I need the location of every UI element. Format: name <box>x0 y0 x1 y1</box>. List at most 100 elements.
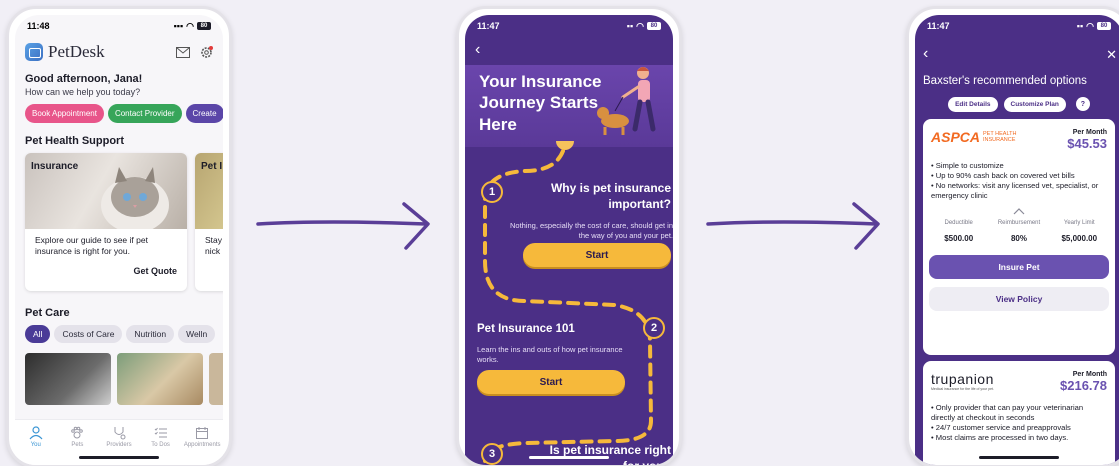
filter-chips: All Costs of Care Nutrition Welln <box>15 325 223 343</box>
checklist-icon <box>154 427 167 438</box>
cat-image: Insurance <box>25 153 187 229</box>
paw-icon <box>71 426 84 439</box>
step-2-description: Learn the ins and outs of how pet insura… <box>477 345 623 365</box>
insure-pet-button[interactable]: Insure Pet <box>929 255 1109 280</box>
gear-icon[interactable] <box>200 45 213 59</box>
step-2-title: Pet Insurance 101 <box>477 323 575 335</box>
tab-appointments[interactable]: Appointments <box>183 426 221 465</box>
insurance-card-text: Explore our guide to see if pet insuranc… <box>35 235 148 256</box>
step-1-badge: 1 <box>481 181 503 203</box>
tab-appointments-label: Appointments <box>183 442 221 448</box>
home-indicator <box>529 456 609 459</box>
feature-item: • Most claims are processed in two days. <box>931 432 1069 442</box>
quick-actions: Book Appointment Contact Provider Create <box>15 97 223 123</box>
pet-card-label: Pet I <box>201 161 223 172</box>
brand-name: PetDesk <box>48 42 105 61</box>
close-icon[interactable]: ✕ <box>1106 47 1117 63</box>
start-button-1[interactable]: Start <box>523 243 671 267</box>
trupanion-logo-main: trupanion <box>931 371 994 387</box>
screen: 11:48 ▪▪▪ ◠ 80 PetDesk Good afternoon, J… <box>15 15 223 465</box>
status-time: 11:48 <box>27 21 50 31</box>
article-thumb-partial[interactable] <box>209 353 223 405</box>
mail-icon[interactable] <box>176 46 190 58</box>
tab-pets[interactable]: Pets <box>60 426 94 465</box>
pet-card-text: Stay nick <box>205 235 223 256</box>
article-thumb-vet[interactable] <box>117 353 203 405</box>
feature-item: • Up to 90% cash back on covered vet bil… <box>931 170 1075 180</box>
tab-todos[interactable]: To Dos <box>144 426 178 465</box>
aspca-logo-main: ASPCA <box>931 129 981 145</box>
tab-providers-label: Providers <box>106 442 132 448</box>
filter-nutrition[interactable]: Nutrition <box>126 325 175 343</box>
customize-plan-button[interactable]: Customize Plan <box>1003 97 1066 112</box>
plan-card-trupanion: trupanion Medical insurance for the life… <box>923 361 1115 465</box>
battery-icon: 80 <box>197 22 211 30</box>
stethoscope-icon <box>114 427 126 440</box>
book-appointment-button[interactable]: Book Appointment <box>25 104 104 123</box>
status-icons: ▪▪ ◠ 80 <box>1077 21 1111 32</box>
deductible-value: $500.00 <box>944 234 974 244</box>
step-3-question: Is pet insurance right for you? <box>549 443 671 465</box>
home-indicator <box>979 456 1059 459</box>
step-1-description: Nothing, especially the cost of care, sh… <box>509 221 673 241</box>
section-title-pet-care: Pet Care <box>25 307 70 319</box>
wifi-icon: ◠ <box>1086 20 1094 31</box>
help-icon[interactable]: ? <box>1075 97 1090 111</box>
plan-card-aspca: ASPCA PET HEALTH INSURANCE Per Month $45… <box>923 119 1115 355</box>
trupanion-logo: trupanion Medical insurance for the life… <box>931 371 994 391</box>
plan-features: • Only provider that can pay your veteri… <box>923 393 1115 442</box>
article-thumb-cat[interactable] <box>25 353 111 405</box>
filter-all[interactable]: All <box>25 325 51 343</box>
status-bar: 11:47 ▪▪ ◠ 80 <box>465 15 673 37</box>
tab-pets-label: Pets <box>71 442 84 448</box>
monthly-price: $45.53 <box>1067 136 1107 151</box>
page-title: Baxster's recommended options <box>923 75 1087 87</box>
tab-providers[interactable]: Providers <box>102 426 136 465</box>
feature-item: • 24/7 customer service and preapprovals <box>931 422 1071 432</box>
edit-details-button[interactable]: Edit Details <box>948 97 998 112</box>
aspca-logo-sub2: INSURANCE <box>983 137 1016 143</box>
tab-you[interactable]: You <box>19 426 53 465</box>
greeting: Good afternoon, Jana! <box>25 73 143 85</box>
phone-insurance-journey: 11:47 ▪▪ ◠ 80 ‹ Your Insurance Journey S… <box>456 6 682 466</box>
phone-recommended-options: 11:47 ▪▪ ◠ 80 ‹ ✕ Baxster's recommended … <box>906 6 1119 466</box>
calendar-icon <box>196 427 209 439</box>
start-button-2[interactable]: Start <box>477 370 625 394</box>
plan-terms: Deductible $500.00 Reimbursement 80% Yea… <box>923 220 1115 243</box>
deductible-label: Deductible <box>944 220 973 227</box>
home-indicator <box>79 456 159 459</box>
step-2-badge: 2 <box>643 317 665 339</box>
flow-arrow-icon <box>256 202 430 250</box>
feature-item: • Only provider that can pay your veteri… <box>931 403 1084 422</box>
status-bar: 11:47 ▪▪ ◠ 80 <box>915 15 1119 37</box>
step-1-question: Why is pet insurance important? <box>550 181 671 211</box>
filter-costs-of-care[interactable]: Costs of Care <box>54 325 123 343</box>
back-chevron-icon[interactable]: ‹ <box>475 41 480 59</box>
trupanion-logo-tagline: Medical insurance for the life of your p… <box>931 387 995 391</box>
signal-icon: ▪▪ <box>626 21 634 31</box>
pet-card-partial[interactable]: Pet I Stay nick <box>195 153 223 291</box>
status-time: 11:47 <box>477 21 500 31</box>
insurance-card-label: Insurance <box>31 161 79 172</box>
feature-item: • No networks: visit any licensed vet, s… <box>931 180 1099 200</box>
reimbursement-label: Reimbursement <box>997 220 1041 227</box>
signal-icon: ▪▪▪ <box>173 21 184 31</box>
back-chevron-icon[interactable]: ‹ <box>923 45 928 63</box>
get-quote-link[interactable]: Get Quote <box>25 256 187 276</box>
battery-icon: 80 <box>1097 22 1111 30</box>
reimbursement-value: 80% <box>1010 234 1027 244</box>
person-icon <box>29 426 43 440</box>
yearly-limit-label: Yearly Limit <box>1063 220 1095 227</box>
view-policy-button[interactable]: View Policy <box>929 287 1109 312</box>
create-button[interactable]: Create <box>185 104 223 123</box>
feature-item: • Simple to customize <box>931 161 1004 170</box>
filter-wellness[interactable]: Welln <box>178 325 216 343</box>
contact-provider-button[interactable]: Contact Provider <box>107 104 182 123</box>
status-icons: ▪▪▪ ◠ 80 <box>174 21 211 32</box>
status-icons: ▪▪ ◠ 80 <box>627 21 661 32</box>
flow-arrow-icon <box>706 202 880 250</box>
chevron-up-icon[interactable] <box>923 202 1115 220</box>
phone-petdesk-home: 11:48 ▪▪▪ ◠ 80 PetDesk Good afternoon, J… <box>6 6 232 466</box>
screen: 11:47 ▪▪ ◠ 80 ‹ Your Insurance Journey S… <box>465 15 673 465</box>
insurance-card[interactable]: Insurance Explore our guide to see if pe… <box>25 153 187 291</box>
